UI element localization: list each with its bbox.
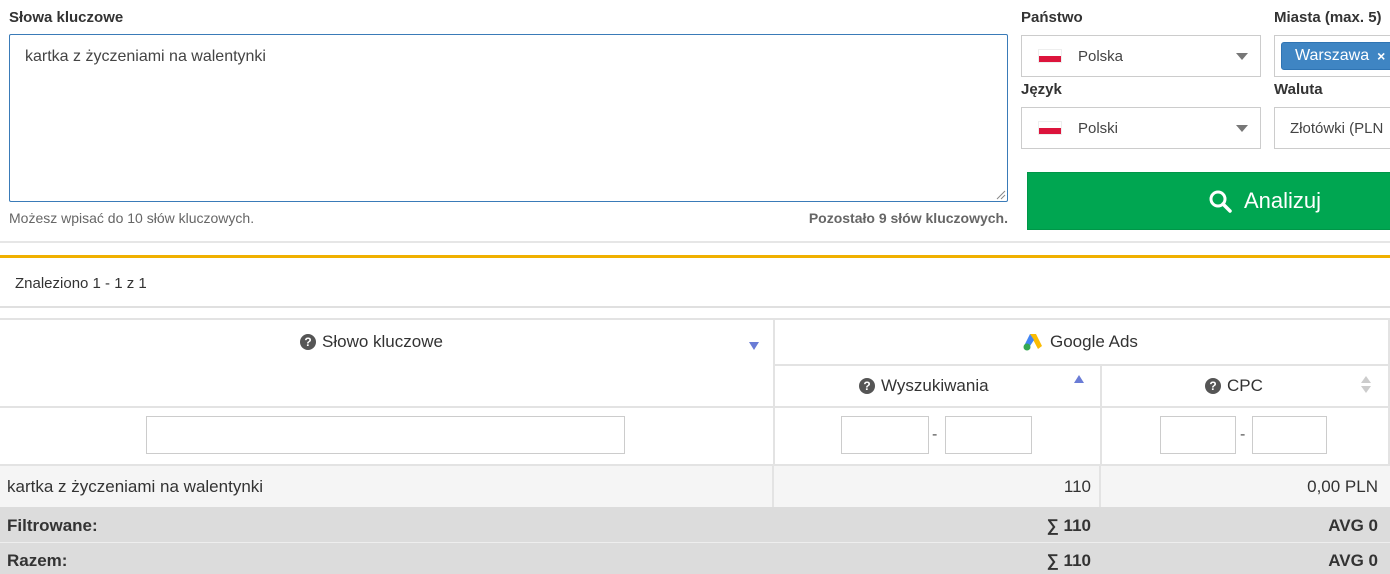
analyze-button-label: Analizuj — [1244, 188, 1322, 213]
country-select[interactable]: Polska — [1021, 35, 1261, 77]
range-dash: - — [1240, 426, 1246, 443]
help-icon[interactable]: ? — [300, 334, 316, 350]
google-ads-icon — [1023, 334, 1042, 351]
total-cpc: AVG 0 — [1328, 551, 1378, 570]
results-divider — [0, 255, 1390, 258]
currency-select[interactable]: Złotówki (PLN — [1274, 107, 1390, 149]
header-google-ads-label: Google Ads — [1050, 332, 1138, 351]
header-keyword: ? Słowo kluczowe — [300, 332, 443, 352]
keywords-textarea[interactable]: kartka z życzeniami na walentynki — [9, 34, 1008, 202]
filtered-cpc: AVG 0 — [1328, 516, 1378, 535]
row-keyword: kartka z życzeniami na walentynki — [7, 477, 264, 496]
total-searches: ∑ 110 — [1046, 551, 1091, 570]
filter-searches-cell — [773, 406, 1102, 466]
language-select[interactable]: Polski — [1021, 107, 1261, 149]
currency-value: Złotówki (PLN — [1290, 119, 1384, 137]
sort-asc-icon[interactable] — [1074, 375, 1084, 383]
keywords-remaining: Pozostało 9 słów kluczowych. — [808, 210, 1008, 226]
filter-cpc-min[interactable] — [1160, 416, 1236, 454]
remove-tag-icon[interactable]: × — [1377, 48, 1385, 64]
header-searches-label: Wyszukiwania — [881, 376, 989, 395]
language-label: Język — [1021, 81, 1062, 98]
country-value: Polska — [1078, 47, 1124, 65]
filtered-searches: ∑ 110 — [1046, 516, 1091, 535]
filter-cpc-max[interactable] — [1252, 416, 1327, 454]
divider — [1099, 464, 1101, 507]
help-icon[interactable]: ? — [859, 378, 875, 394]
filter-searches-max[interactable] — [945, 416, 1032, 454]
filtered-summary-row — [0, 507, 1390, 543]
help-icon[interactable]: ? — [1205, 378, 1221, 394]
sort-both-icon[interactable] — [1361, 376, 1371, 383]
total-summary-row — [0, 543, 1390, 574]
language-value: Polski — [1078, 119, 1119, 137]
header-cpc: ? CPC — [1205, 376, 1263, 396]
search-icon — [1209, 190, 1232, 213]
currency-label: Waluta — [1274, 81, 1323, 98]
divider — [772, 464, 774, 507]
divider — [0, 241, 1390, 243]
analyze-button[interactable]: Analizuj — [1027, 172, 1390, 230]
header-keyword-label: Słowo kluczowe — [322, 332, 443, 351]
chevron-down-icon — [1236, 125, 1248, 132]
poland-flag-icon — [1038, 121, 1062, 135]
cities-label: Miasta (max. 5) — [1274, 9, 1382, 26]
city-tag: Warszawa × — [1281, 42, 1390, 70]
keywords-label: Słowa kluczowe — [9, 9, 124, 26]
header-searches: ? Wyszukiwania — [859, 376, 989, 396]
filter-searches-min[interactable] — [841, 416, 929, 454]
row-cpc: 0,00 PLN — [1307, 477, 1378, 496]
cities-select[interactable]: Warszawa × — [1274, 35, 1390, 77]
results-count: Znaleziono 1 - 1 z 1 — [15, 275, 147, 292]
poland-flag-icon — [1038, 49, 1062, 63]
sort-both-icon[interactable] — [1361, 386, 1371, 393]
total-label: Razem: — [7, 551, 68, 570]
chevron-down-icon — [1236, 53, 1248, 60]
range-dash: - — [932, 426, 938, 443]
row-searches: 110 — [1063, 477, 1091, 496]
country-label: Państwo — [1021, 9, 1083, 26]
header-google-ads: Google Ads — [1022, 332, 1138, 352]
filter-keyword-input[interactable] — [146, 416, 625, 454]
header-cpc-label: CPC — [1227, 376, 1263, 395]
divider — [0, 306, 1390, 308]
sort-desc-icon[interactable] — [749, 342, 759, 350]
filtered-label: Filtrowane: — [7, 516, 98, 535]
city-tag-label: Warszawa — [1295, 47, 1370, 64]
keywords-hint: Możesz wpisać do 10 słów kluczowych. — [9, 210, 255, 226]
